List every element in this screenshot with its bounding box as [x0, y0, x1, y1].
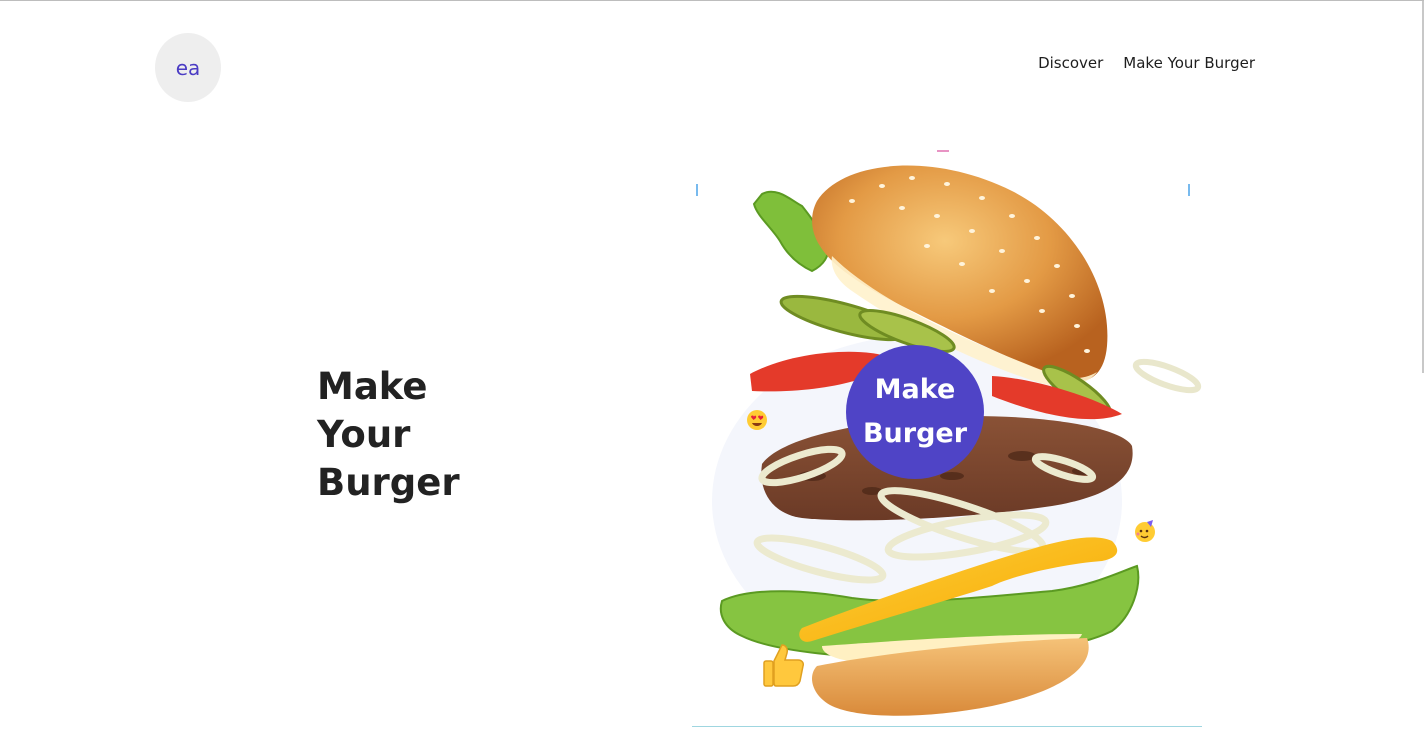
logo[interactable]: ea — [155, 33, 221, 102]
nav-link-discover[interactable]: Discover — [1038, 53, 1103, 73]
hero-title-line: Burger — [317, 461, 460, 504]
hero-title-line: Your — [317, 413, 411, 456]
page: ea Discover Make Your Burger Make Your B… — [0, 0, 1424, 737]
party-face-emoji-icon — [1135, 520, 1155, 542]
hero-title-line: Make — [317, 365, 428, 408]
make-burger-button-line: Burger — [862, 418, 968, 449]
thumbs-up-emoji-icon — [763, 644, 804, 687]
make-burger-button[interactable]: Make Burger — [846, 345, 984, 479]
illustration-baseline — [692, 726, 1202, 727]
main-nav: Discover Make Your Burger — [1038, 53, 1255, 73]
make-burger-button-line: Make — [874, 374, 956, 405]
hero-title: Make Your Burger — [317, 363, 517, 507]
nav-link-make-your-burger[interactable]: Make Your Burger — [1123, 53, 1255, 73]
heart-eyes-emoji-icon — [747, 410, 767, 430]
